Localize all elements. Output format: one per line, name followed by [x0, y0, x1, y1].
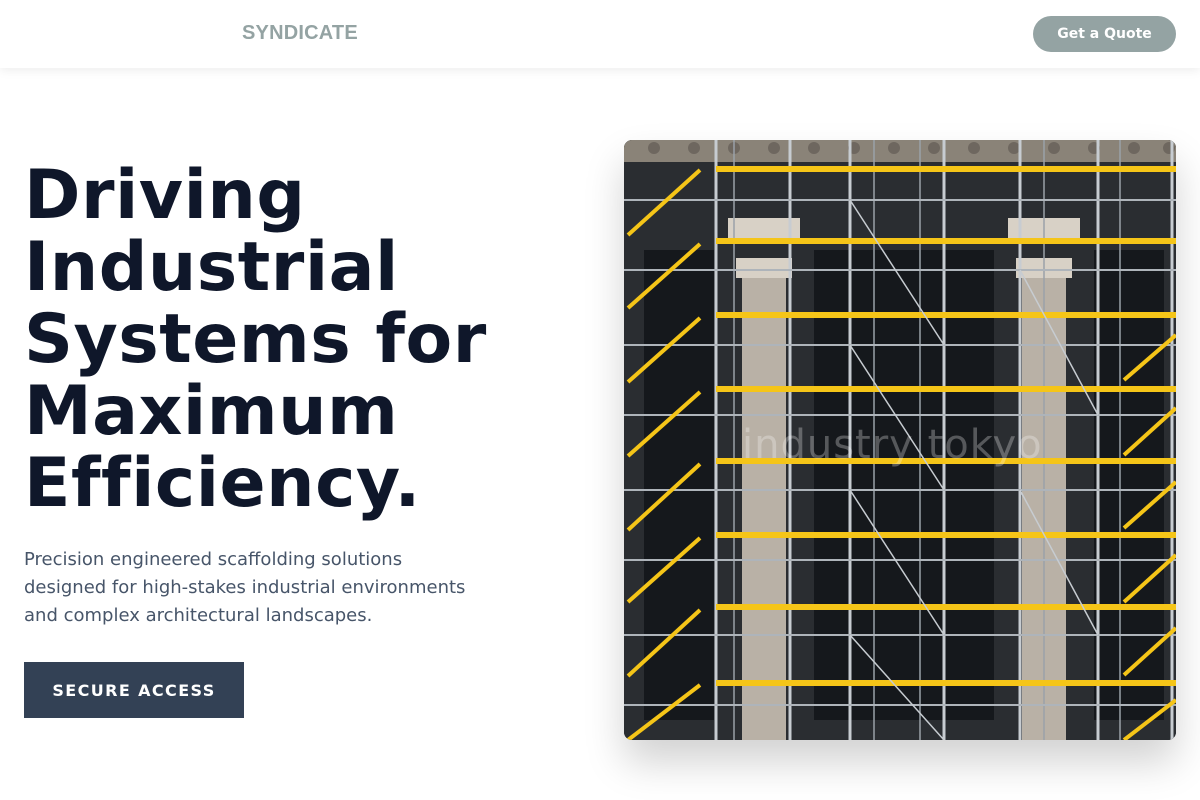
- hero-title-line: Efficiency.: [24, 444, 421, 523]
- scaffolding-image: industry tokyo: [624, 140, 1176, 740]
- hero-subtitle-line: Precision engineered scaffolding solutio…: [24, 549, 403, 570]
- hero-subtitle-line: and complex architectural landscapes.: [24, 605, 373, 626]
- hero-title-line: Systems for: [24, 300, 487, 379]
- hero-subtitle-line: designed for high-stakes industrial envi…: [24, 577, 466, 598]
- hero-title-line: Maximum: [24, 372, 399, 451]
- navbar: SYNDICATE Get a Quote: [0, 0, 1200, 68]
- hero-title-line: Industrial: [24, 228, 399, 307]
- brand-logo[interactable]: SYNDICATE: [242, 22, 358, 45]
- get-a-quote-button[interactable]: Get a Quote: [1033, 16, 1176, 52]
- secure-access-button[interactable]: SECURE ACCESS: [24, 662, 244, 718]
- scaffolding-illustration: [624, 140, 1176, 740]
- hero-subtitle: Precision engineered scaffolding solutio…: [24, 546, 494, 630]
- hero-title-line: Driving: [24, 156, 306, 235]
- hero-title: Driving Industrial Systems for Maximum E…: [24, 160, 584, 520]
